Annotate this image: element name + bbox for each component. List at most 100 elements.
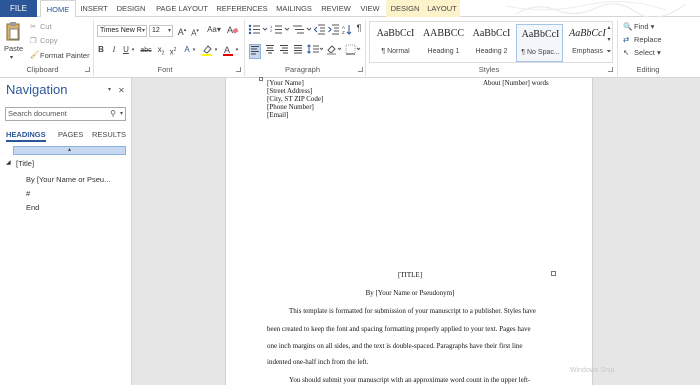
replace-button[interactable]: Replace: [634, 35, 662, 44]
select-cursor-icon: ↖: [623, 48, 630, 57]
style-heading-1[interactable]: AABBCC Heading 1: [420, 24, 467, 62]
style-emphasis[interactable]: AaBbCcI Emphasis: [564, 24, 611, 62]
tab-review[interactable]: REVIEW: [318, 0, 354, 17]
tab-insert[interactable]: INSERT: [77, 0, 111, 17]
chevron-down-icon[interactable]: ▾: [213, 45, 219, 55]
style-preview: AaBbCcI: [376, 28, 415, 39]
svg-text:2: 2: [270, 28, 273, 33]
find-icon: 🔍: [623, 22, 633, 31]
tab-headings[interactable]: HEADINGS: [6, 130, 46, 142]
select-button[interactable]: Select ▾: [634, 48, 661, 57]
show-formatting-marks-icon[interactable]: ¶: [355, 23, 363, 33]
style-no-spacing[interactable]: AaBbCcI ¶ No Spac...: [516, 24, 563, 62]
paragraph-group-label: Paragraph: [284, 65, 321, 74]
cut-button[interactable]: Cut: [40, 22, 52, 31]
justify-button[interactable]: [292, 44, 304, 57]
clipboard-icon: [5, 21, 21, 41]
nav-heading-item[interactable]: By [Your Name or Pseu...: [26, 175, 110, 184]
paste-dropdown-icon[interactable]: ▾: [10, 54, 13, 61]
tab-table-design[interactable]: DESIGN: [386, 0, 424, 17]
subscript-button[interactable]: x2: [156, 45, 166, 59]
find-button[interactable]: Find ▾: [634, 22, 654, 31]
italic-button[interactable]: I: [110, 45, 118, 55]
paragraph-launcher-icon[interactable]: [358, 67, 363, 72]
header-email: [Email]: [267, 111, 289, 119]
scroll-up-button[interactable]: ▴: [13, 146, 126, 155]
content-control-handle-icon[interactable]: [551, 271, 556, 276]
editing-group-label: Editing: [636, 65, 660, 74]
tab-table-layout[interactable]: LAYOUT: [424, 0, 460, 17]
borders-icon[interactable]: [345, 44, 361, 58]
chevron-down-icon[interactable]: ▾: [130, 45, 136, 55]
sort-icon[interactable]: AZ: [342, 24, 352, 38]
font-color-icon[interactable]: A: [222, 44, 234, 59]
styles-launcher-icon[interactable]: [608, 67, 613, 72]
clipboard-launcher-icon[interactable]: [85, 67, 90, 72]
shrink-font-icon[interactable]: A▾: [190, 26, 200, 39]
styles-scroll-down-icon[interactable]: ▾: [605, 35, 613, 45]
change-case-icon[interactable]: Aa▾: [206, 25, 222, 35]
group-separator: [365, 20, 366, 76]
replace-icon: ⇄: [623, 35, 630, 44]
font-size-combo[interactable]: 12 ▾: [149, 25, 173, 37]
collapse-triangle-icon[interactable]: ◢: [6, 159, 11, 166]
clear-formatting-icon[interactable]: A: [227, 24, 239, 38]
nav-heading-item[interactable]: [Title]: [16, 159, 34, 168]
tab-home[interactable]: HOME: [40, 0, 76, 18]
pane-options-icon[interactable]: ▾: [108, 86, 111, 93]
group-separator: [244, 20, 245, 76]
body-line: You should submit your manuscript with a…: [289, 376, 531, 384]
close-icon[interactable]: ✕: [118, 86, 125, 95]
grow-font-icon[interactable]: A▴: [177, 25, 187, 37]
chevron-down-icon[interactable]: ▾: [120, 108, 123, 120]
find-label: Find: [634, 22, 649, 31]
tab-mailings[interactable]: MAILINGS: [272, 0, 316, 17]
style-heading-2[interactable]: AaBbCcI Heading 2: [468, 24, 515, 62]
tab-design[interactable]: DESIGN: [112, 0, 150, 17]
copy-button[interactable]: Copy: [40, 36, 58, 45]
ribbon-tab-bar: FILE HOME INSERT DESIGN PAGE LAYOUT REFE…: [0, 0, 700, 18]
search-input[interactable]: Search document ⚲ ▾: [5, 107, 126, 121]
superscript-button[interactable]: x2: [168, 45, 178, 58]
font-launcher-icon[interactable]: [236, 67, 241, 72]
align-left-button[interactable]: [249, 44, 261, 59]
tab-results[interactable]: RESULTS: [92, 130, 126, 139]
underline-button[interactable]: U: [122, 45, 130, 55]
shading-icon[interactable]: [326, 44, 342, 58]
search-icon[interactable]: ⚲: [110, 108, 116, 120]
document-area[interactable]: [Your Name] [Street Address] [City, ST Z…: [133, 77, 700, 385]
font-name-combo[interactable]: Times New R ▾: [97, 25, 147, 37]
align-right-button[interactable]: [278, 44, 290, 57]
tab-view[interactable]: VIEW: [356, 0, 384, 17]
highlight-icon[interactable]: [201, 44, 213, 59]
line-spacing-icon[interactable]: [307, 44, 324, 57]
style-preview: AaBbCcI: [521, 29, 560, 40]
nav-heading-item[interactable]: #: [26, 189, 30, 198]
decrease-indent-icon[interactable]: [313, 24, 326, 38]
tab-page-layout[interactable]: PAGE LAYOUT: [152, 0, 212, 17]
increase-indent-icon[interactable]: [328, 24, 340, 38]
styles-scroll-up-icon[interactable]: ▴: [605, 23, 613, 33]
tab-pages[interactable]: PAGES: [58, 130, 83, 139]
nav-heading-item[interactable]: End: [26, 203, 39, 212]
bullets-icon[interactable]: [248, 24, 268, 38]
chevron-down-icon: ▾: [141, 28, 145, 34]
align-center-button[interactable]: [264, 44, 276, 57]
tab-file[interactable]: FILE: [0, 0, 37, 17]
chevron-down-icon: ▾: [167, 28, 171, 34]
table-move-handle-icon[interactable]: [259, 77, 263, 81]
styles-more-icon[interactable]: ⏷: [605, 47, 613, 57]
chevron-down-icon[interactable]: ▾: [191, 45, 197, 55]
snip-watermark: Windows Snip: [570, 367, 615, 374]
multilevel-list-icon[interactable]: [292, 24, 312, 38]
style-normal[interactable]: AaBbCcI ¶ Normal: [372, 24, 419, 62]
tab-references[interactable]: REFERENCES: [214, 0, 270, 17]
paste-button[interactable]: Paste: [4, 44, 23, 53]
document-page[interactable]: [Your Name] [Street Address] [City, ST Z…: [225, 77, 593, 385]
format-painter-button[interactable]: Format Painter: [40, 51, 90, 60]
chevron-down-icon[interactable]: ▾: [234, 45, 240, 55]
bold-button[interactable]: B: [97, 45, 105, 55]
strikethrough-button[interactable]: abc: [139, 46, 153, 56]
numbering-icon[interactable]: 12: [270, 24, 290, 38]
svg-text:A: A: [224, 45, 230, 55]
